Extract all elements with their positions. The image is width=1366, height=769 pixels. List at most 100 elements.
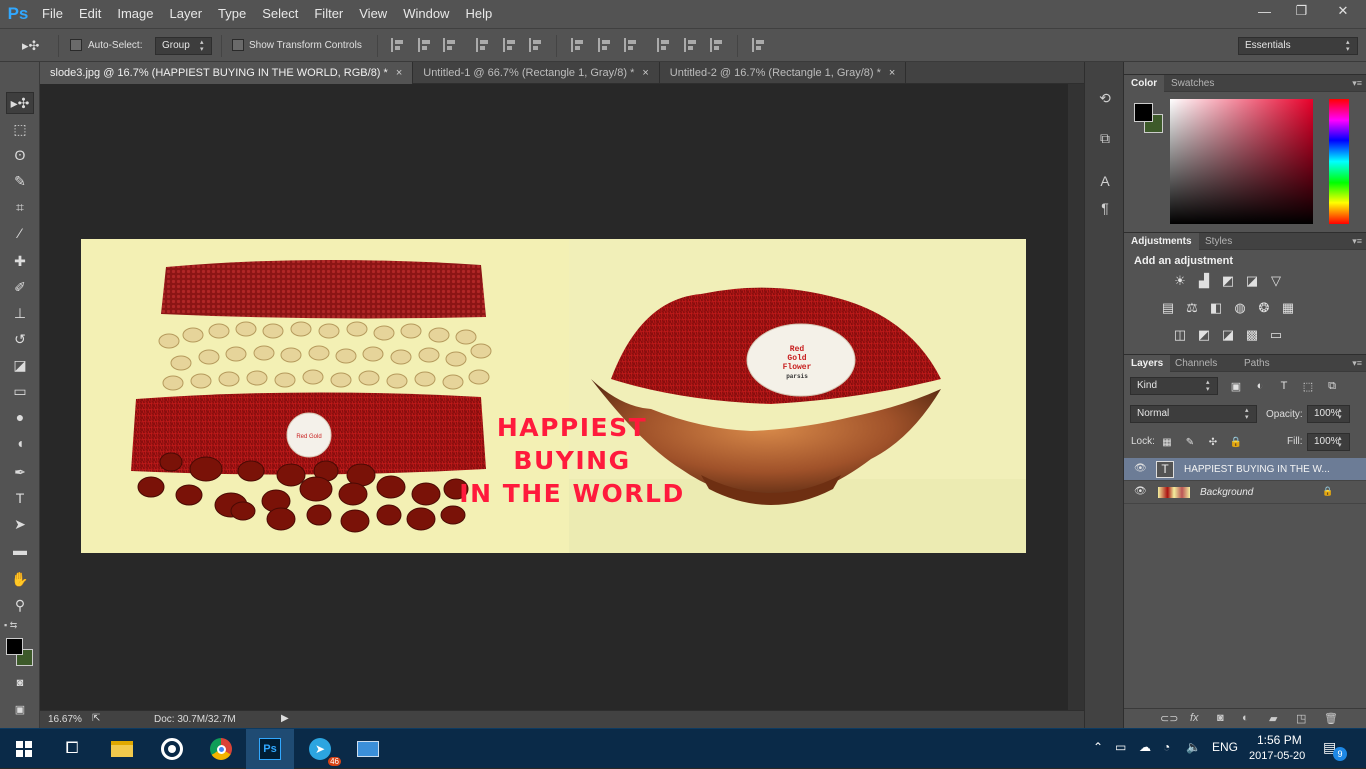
- marquee-tool-icon[interactable]: ⬚: [6, 118, 34, 140]
- tab-swatches[interactable]: Swatches: [1164, 75, 1221, 93]
- threshold-icon[interactable]: ◪: [1220, 327, 1236, 343]
- workspace-dropdown[interactable]: Essentials: [1238, 37, 1358, 55]
- menu-select[interactable]: Select: [254, 0, 306, 28]
- status-menu-arrow-icon[interactable]: ▶: [281, 713, 289, 724]
- windows-start-icon[interactable]: [0, 729, 48, 769]
- document-image[interactable]: Red Gold Red Gold Flower parsis HAPPIEST…: [81, 239, 1026, 553]
- move-tool-icon[interactable]: ▸✣: [6, 92, 34, 114]
- align-right-icon[interactable]: [529, 38, 543, 52]
- clock-time[interactable]: 1:56 PM: [1257, 733, 1302, 747]
- close-button[interactable]: ✕: [1320, 0, 1366, 22]
- path-select-icon[interactable]: ➤: [6, 513, 34, 535]
- panel-menu-icon[interactable]: ▾≡: [1352, 78, 1362, 89]
- posterize-icon[interactable]: ◩: [1196, 327, 1212, 343]
- vibrance-icon[interactable]: ▽: [1268, 273, 1284, 289]
- battery-icon[interactable]: ▭: [1115, 740, 1126, 754]
- show-transform-checkbox[interactable]: [232, 39, 244, 51]
- visibility-eye-icon[interactable]: 👁: [1134, 463, 1147, 475]
- align-hcenter-icon[interactable]: [503, 38, 517, 52]
- filter-type-icon[interactable]: T: [1276, 378, 1292, 394]
- layer-kind-filter[interactable]: Kind: [1130, 377, 1218, 395]
- distribute-top-icon[interactable]: [571, 38, 585, 52]
- panel-menu-icon[interactable]: ▾≡: [1352, 358, 1362, 369]
- quick-select-tool-icon[interactable]: ✎: [6, 170, 34, 192]
- menu-layer[interactable]: Layer: [162, 0, 211, 28]
- menu-file[interactable]: File: [34, 0, 71, 28]
- menu-type[interactable]: Type: [210, 0, 254, 28]
- clock-date[interactable]: 2017-05-20: [1249, 750, 1305, 762]
- menu-filter[interactable]: Filter: [306, 0, 351, 28]
- swap-colors-icon[interactable]: ▪ ⇆: [4, 620, 34, 630]
- photoshop-taskbar-icon[interactable]: Ps: [246, 729, 294, 769]
- task-view-icon[interactable]: ⧠: [48, 729, 96, 769]
- lock-pixels-icon[interactable]: ✎: [1182, 434, 1198, 450]
- fill-input[interactable]: 100%: [1307, 433, 1350, 451]
- tab-slode3[interactable]: slode3.jpg @ 16.7% (HAPPIEST BUYING IN T…: [40, 62, 414, 84]
- tab-close-icon[interactable]: ×: [889, 67, 895, 79]
- tab-close-icon[interactable]: ×: [642, 67, 648, 79]
- lock-position-icon[interactable]: ✣: [1205, 434, 1221, 450]
- paragraph-panel-icon[interactable]: ¶: [1094, 197, 1116, 219]
- tab-channels[interactable]: Channels: [1168, 355, 1224, 373]
- menu-image[interactable]: Image: [109, 0, 161, 28]
- tab-untitled-1[interactable]: Untitled-1 @ 66.7% (Rectangle 1, Gray/8)…: [413, 62, 660, 84]
- type-tool-icon[interactable]: T: [6, 487, 34, 509]
- crop-tool-icon[interactable]: ⌗: [6, 196, 34, 218]
- tab-styles[interactable]: Styles: [1198, 233, 1239, 251]
- lock-transparent-icon[interactable]: ▦: [1159, 434, 1175, 450]
- fx-icon[interactable]: fx: [1190, 712, 1199, 724]
- foreground-color-swatch[interactable]: [6, 638, 23, 655]
- tab-paths[interactable]: Paths: [1237, 355, 1277, 373]
- invert-icon[interactable]: ◫: [1172, 327, 1188, 343]
- distribute-right-icon[interactable]: [710, 38, 724, 52]
- hue-saturation-icon[interactable]: ▤: [1160, 300, 1176, 316]
- color-fg-swatch[interactable]: [1134, 103, 1153, 122]
- telegram-icon[interactable]: ➤ 46: [296, 729, 344, 769]
- minimize-button[interactable]: —: [1246, 0, 1283, 22]
- eyedropper-tool-icon[interactable]: ⁄: [6, 222, 34, 244]
- photo-filter-icon[interactable]: ◍: [1232, 300, 1248, 316]
- gradient-tool-icon[interactable]: ▭: [6, 380, 34, 402]
- auto-select-checkbox[interactable]: [70, 39, 82, 51]
- hand-tool-icon[interactable]: ✋: [6, 568, 34, 590]
- distribute-hcenter-icon[interactable]: [684, 38, 698, 52]
- notifications-icon[interactable]: ▤ 9: [1323, 739, 1347, 761]
- restore-button[interactable]: ❐: [1283, 0, 1320, 22]
- character-panel-icon[interactable]: A: [1094, 170, 1116, 192]
- pen-tool-icon[interactable]: ✒: [6, 461, 34, 483]
- dodge-tool-icon[interactable]: ◖: [6, 432, 34, 454]
- tab-adjustments[interactable]: Adjustments: [1124, 233, 1199, 251]
- filter-adjustment-icon[interactable]: ◐: [1252, 378, 1268, 394]
- layer-row-text[interactable]: 👁 T HAPPIEST BUYING IN THE W...: [1124, 458, 1366, 481]
- filter-shape-icon[interactable]: ⬚: [1300, 378, 1316, 394]
- menu-edit[interactable]: Edit: [71, 0, 109, 28]
- lasso-tool-icon[interactable]: ʘ: [6, 144, 34, 166]
- export-icon[interactable]: ⇱: [92, 713, 100, 724]
- filter-pixel-icon[interactable]: ▣: [1228, 378, 1244, 394]
- add-mask-icon[interactable]: ◙: [1217, 712, 1224, 724]
- distribute-vcenter-icon[interactable]: [598, 38, 612, 52]
- color-lookup-icon[interactable]: ▦: [1280, 300, 1296, 316]
- align-vcenter-icon[interactable]: [418, 38, 432, 52]
- align-left-icon[interactable]: [476, 38, 490, 52]
- menu-window[interactable]: Window: [395, 0, 457, 28]
- link-layers-icon[interactable]: ⊂⊃: [1160, 712, 1178, 725]
- quick-mask-icon[interactable]: ◙: [6, 672, 34, 694]
- history-brush-icon[interactable]: ↺: [6, 328, 34, 350]
- clone-stamp-icon[interactable]: ⊥: [6, 302, 34, 324]
- app-window-icon[interactable]: [344, 729, 392, 769]
- auto-select-dropdown[interactable]: Group: [155, 37, 212, 55]
- gradient-map-icon[interactable]: ▭: [1268, 327, 1284, 343]
- chrome-icon[interactable]: [197, 729, 245, 769]
- network-icon[interactable]: ◔: [1163, 740, 1170, 754]
- align-bottom-icon[interactable]: [443, 38, 457, 52]
- brightness-icon[interactable]: ☀: [1172, 273, 1188, 289]
- tab-color[interactable]: Color: [1124, 75, 1165, 93]
- align-top-icon[interactable]: [391, 38, 405, 52]
- delete-layer-icon[interactable]: 🗑: [1324, 712, 1338, 725]
- brush-tool-icon[interactable]: ✐: [6, 276, 34, 298]
- black-white-icon[interactable]: ◧: [1208, 300, 1224, 316]
- new-layer-icon[interactable]: ◳: [1296, 712, 1306, 725]
- curves-icon[interactable]: ◩: [1220, 273, 1236, 289]
- tray-chevron-icon[interactable]: ⌃: [1093, 740, 1103, 754]
